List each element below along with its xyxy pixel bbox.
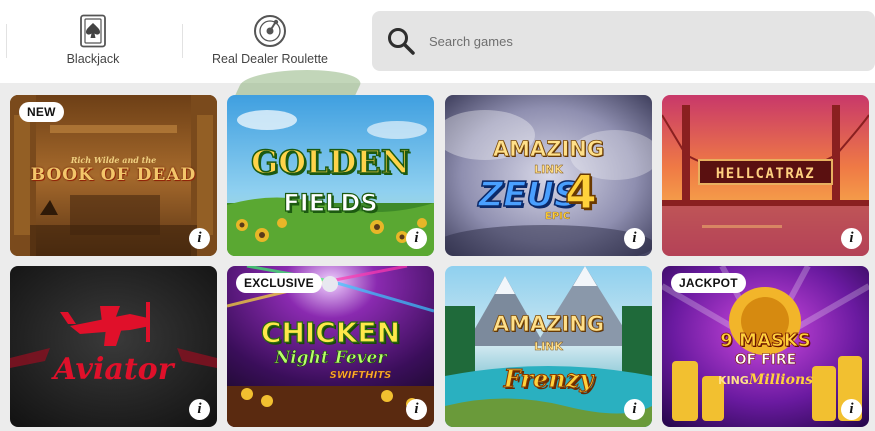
search-icon bbox=[388, 28, 415, 55]
info-icon[interactable]: i bbox=[189, 399, 210, 420]
badge-new: NEW bbox=[19, 102, 64, 122]
game-title: AMAZING bbox=[492, 137, 605, 162]
game-title: BOOK OF DEAD bbox=[30, 165, 197, 185]
game-tile-book-of-dead[interactable]: Rich Wilde and the BOOK OF DEAD NEW i bbox=[10, 95, 217, 256]
badge-exclusive: EXCLUSIVE bbox=[236, 273, 322, 293]
info-icon[interactable]: i bbox=[624, 228, 645, 249]
game-title-line-2: LINK bbox=[534, 340, 563, 353]
divider bbox=[6, 24, 7, 58]
info-icon[interactable]: i bbox=[189, 228, 210, 249]
game-tile-amazing-link-frenzy[interactable]: AMAZING LINK Frenzy i bbox=[445, 266, 652, 427]
game-title-line-2: OF FIRE bbox=[734, 352, 797, 369]
game-tile-golden-fields[interactable]: GOLDEN FIELDS i bbox=[227, 95, 434, 256]
search-input[interactable] bbox=[429, 33, 849, 49]
game-tile-hellcatraz[interactable]: HELLCATRAZ i bbox=[662, 95, 869, 256]
game-title-line-3: ZEUS bbox=[478, 174, 579, 216]
info-icon[interactable]: i bbox=[406, 228, 427, 249]
info-icon[interactable]: i bbox=[841, 399, 862, 420]
game-title: AMAZING bbox=[492, 312, 605, 337]
game-title-millions: Millions bbox=[748, 372, 814, 388]
game-title: HELLCATRAZ bbox=[698, 159, 833, 185]
game-title-king: KING bbox=[717, 374, 749, 387]
game-title-line-3: Frenzy bbox=[503, 364, 594, 394]
roulette-wheel-icon bbox=[253, 14, 287, 48]
game-art bbox=[10, 266, 217, 427]
game-tile-aviator[interactable]: Aviator i bbox=[10, 266, 217, 427]
top-bar: Blackjack Real Dealer Roulette bbox=[0, 0, 875, 83]
badge-jackpot: JACKPOT bbox=[671, 273, 746, 293]
category-blackjack[interactable]: Blackjack bbox=[60, 14, 126, 70]
info-icon[interactable]: i bbox=[406, 399, 427, 420]
info-icon[interactable]: i bbox=[624, 399, 645, 420]
game-title: 9 MASKS bbox=[720, 330, 811, 352]
info-icon[interactable]: i bbox=[841, 228, 862, 249]
game-title: GOLDEN bbox=[250, 143, 411, 181]
game-tile-chicken-night-fever[interactable]: CHICKEN Night Fever SWIFTHITS EXCLUSIVE … bbox=[227, 266, 434, 427]
category-real-dealer-roulette[interactable]: Real Dealer Roulette bbox=[205, 14, 335, 70]
game-tile-amazing-link-zeus[interactable]: AMAZING LINK ZEUS 4 EPIC i bbox=[445, 95, 652, 256]
game-title-line-3: KINGMillions bbox=[662, 372, 869, 388]
category-label: Real Dealer Roulette bbox=[211, 52, 329, 66]
spade-card-icon bbox=[76, 14, 110, 48]
game-subtitle: Rich Wilde and the bbox=[70, 155, 157, 165]
divider bbox=[182, 24, 183, 58]
game-title-line-2: Night Fever bbox=[274, 348, 387, 369]
game-title-line-2: FIELDS bbox=[283, 188, 378, 217]
game-title-line-3: SWIFTHITS bbox=[329, 370, 392, 381]
game-title-edition: EPIC bbox=[545, 211, 571, 222]
game-title: CHICKEN bbox=[260, 315, 401, 349]
search-box[interactable] bbox=[372, 11, 875, 71]
category-label: Blackjack bbox=[66, 52, 120, 66]
game-title: Aviator bbox=[53, 352, 174, 387]
game-tile-9-masks-of-fire[interactable]: 9 MASKS OF FIRE KINGMillions JACKPOT i bbox=[662, 266, 869, 427]
